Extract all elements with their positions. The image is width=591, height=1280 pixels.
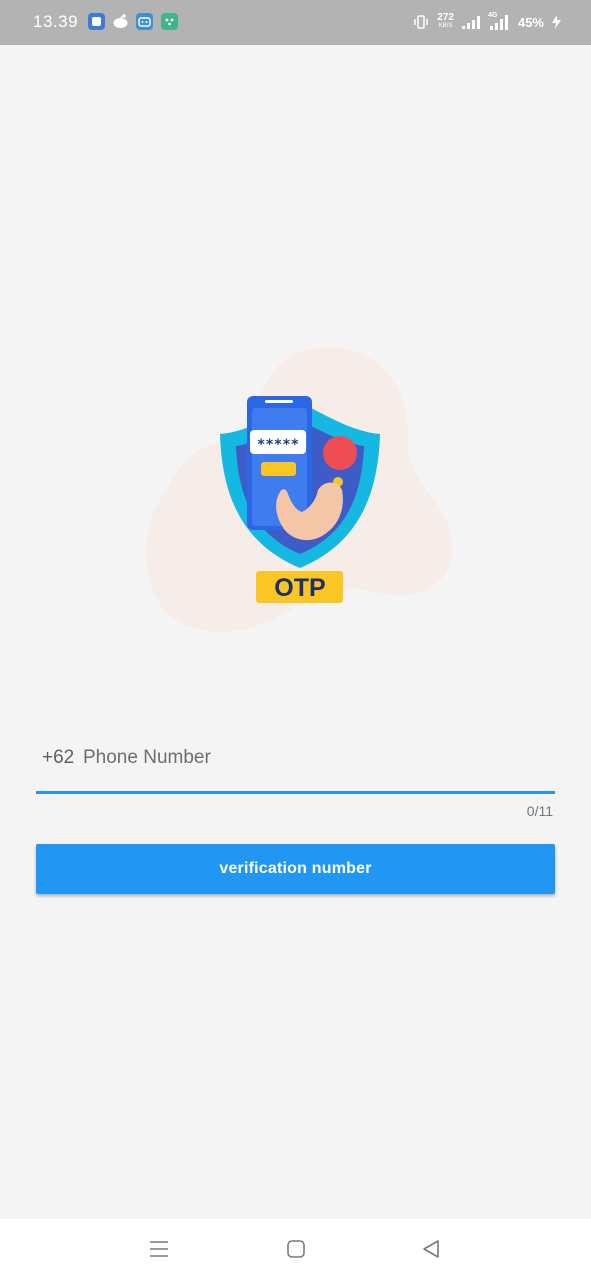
signal-4g-indicator: 4G	[488, 12, 510, 30]
status-time: 13.39	[33, 12, 79, 31]
menu-icon[interactable]	[147, 1237, 171, 1261]
verification-button[interactable]: verification number	[36, 844, 555, 894]
status-bar: 13.39 272 KB/S 4G 45%	[0, 0, 591, 45]
status-indicators: 272 KB/S 4G 45%	[413, 11, 561, 33]
back-icon[interactable]	[419, 1237, 443, 1261]
verification-button-label: verification number	[219, 860, 372, 877]
app-icon	[161, 13, 178, 30]
signal-4g-icon	[489, 15, 508, 30]
signal-icon	[461, 16, 480, 29]
input-underline	[36, 791, 555, 794]
battery-percent: 45%	[517, 14, 544, 30]
phone-number-field[interactable]: +62 Phone Number	[36, 730, 555, 794]
masked-code-text: *****	[257, 437, 299, 453]
vibrate-icon	[414, 15, 429, 29]
navigation-bar	[0, 1219, 591, 1280]
otp-code-field	[261, 462, 296, 476]
phone-speaker	[265, 400, 293, 403]
red-badge	[323, 436, 357, 470]
otp-illustration: ***** OTP	[146, 347, 453, 632]
otp-label: OTP	[274, 574, 325, 602]
phone-number-input[interactable]	[36, 730, 555, 794]
reddit-icon	[113, 14, 128, 28]
network-speed: 272 KB/S	[437, 12, 454, 30]
charging-icon	[552, 15, 561, 29]
character-counter: 0/11	[526, 803, 553, 819]
telegram-icon	[88, 13, 105, 30]
home-icon[interactable]	[284, 1237, 308, 1261]
bilibili-icon	[136, 13, 153, 30]
